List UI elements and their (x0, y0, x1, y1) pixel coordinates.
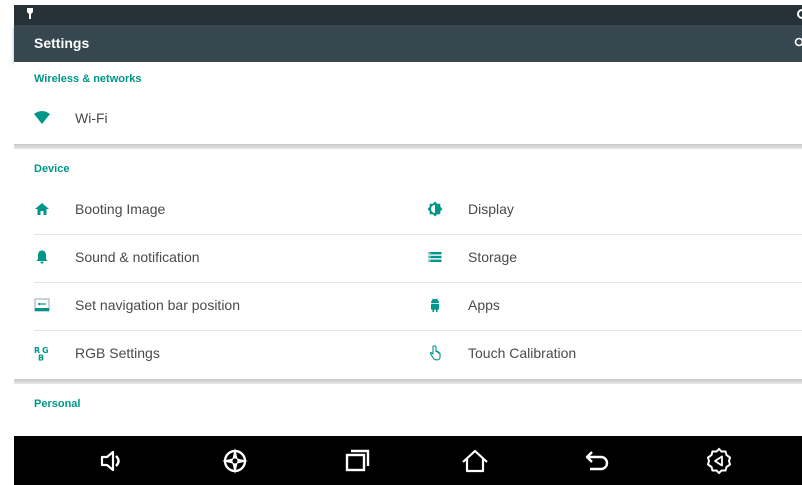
section-header-wireless: Wireless & networks (34, 73, 142, 85)
status-indicator-icon (797, 9, 802, 19)
settings-item-label: RGB Settings (75, 345, 160, 361)
app-bar: Settings (14, 25, 802, 62)
navigation-bar (14, 436, 802, 485)
notification-icon (27, 8, 33, 19)
recents-icon (345, 449, 370, 472)
settings-item-label: Touch Calibration (468, 345, 577, 361)
status-bar (14, 5, 802, 25)
nav-position-icon (34, 298, 50, 312)
home-icon (35, 203, 49, 215)
wifi-icon (34, 111, 50, 124)
settings-item-label: Display (468, 201, 514, 217)
page-title: Settings (34, 35, 90, 51)
compass-button[interactable] (220, 446, 250, 476)
section-header-personal: Personal (34, 398, 81, 410)
settings-item-apps[interactable]: Apps (407, 283, 802, 331)
touch-icon (429, 345, 441, 361)
settings-item-rgb-settings[interactable]: R G B RGB Settings (14, 331, 408, 379)
svg-text:B: B (38, 354, 44, 362)
settings-item-wifi[interactable]: Wi-Fi (14, 96, 802, 144)
home-button[interactable] (460, 446, 490, 476)
android-icon (431, 298, 439, 312)
settings-item-navigation-bar-position[interactable]: Set navigation bar position (14, 283, 428, 331)
volume-icon (100, 450, 120, 472)
volume-button[interactable] (96, 446, 126, 476)
rgb-icon: R G B (34, 346, 49, 362)
settings-item-label: Booting Image (75, 201, 166, 217)
recents-button[interactable] (342, 446, 372, 476)
section-header-device: Device (34, 163, 70, 175)
back-icon (585, 451, 609, 471)
settings-item-touch-calibration[interactable]: Touch Calibration (407, 331, 802, 379)
brightness-icon (427, 201, 443, 217)
section-divider (14, 144, 802, 149)
section-divider (14, 379, 802, 384)
settings-item-label: Sound & notification (75, 249, 200, 265)
settings-item-display[interactable]: Display (407, 187, 802, 235)
settings-item-label: Storage (468, 249, 518, 265)
storage-icon (428, 252, 442, 262)
settings-item-booting-image[interactable]: Booting Image (14, 187, 428, 235)
settings-item-label: Wi-Fi (75, 110, 108, 126)
settings-item-storage[interactable]: Storage (407, 235, 802, 283)
settings-item-label: Set navigation bar position (75, 297, 240, 313)
home-icon (462, 449, 488, 473)
settings-item-sound-notification[interactable]: Sound & notification (14, 235, 428, 283)
settings-shortcut-icon (706, 447, 732, 475)
settings-list: Wireless & networks Wi-Fi Device Booting… (14, 62, 802, 436)
back-button[interactable] (582, 446, 612, 476)
settings-shortcut-button[interactable] (704, 446, 734, 476)
bell-icon (36, 250, 48, 264)
compass-icon (222, 448, 248, 474)
settings-item-label: Apps (468, 297, 500, 313)
search-icon[interactable] (793, 37, 802, 48)
